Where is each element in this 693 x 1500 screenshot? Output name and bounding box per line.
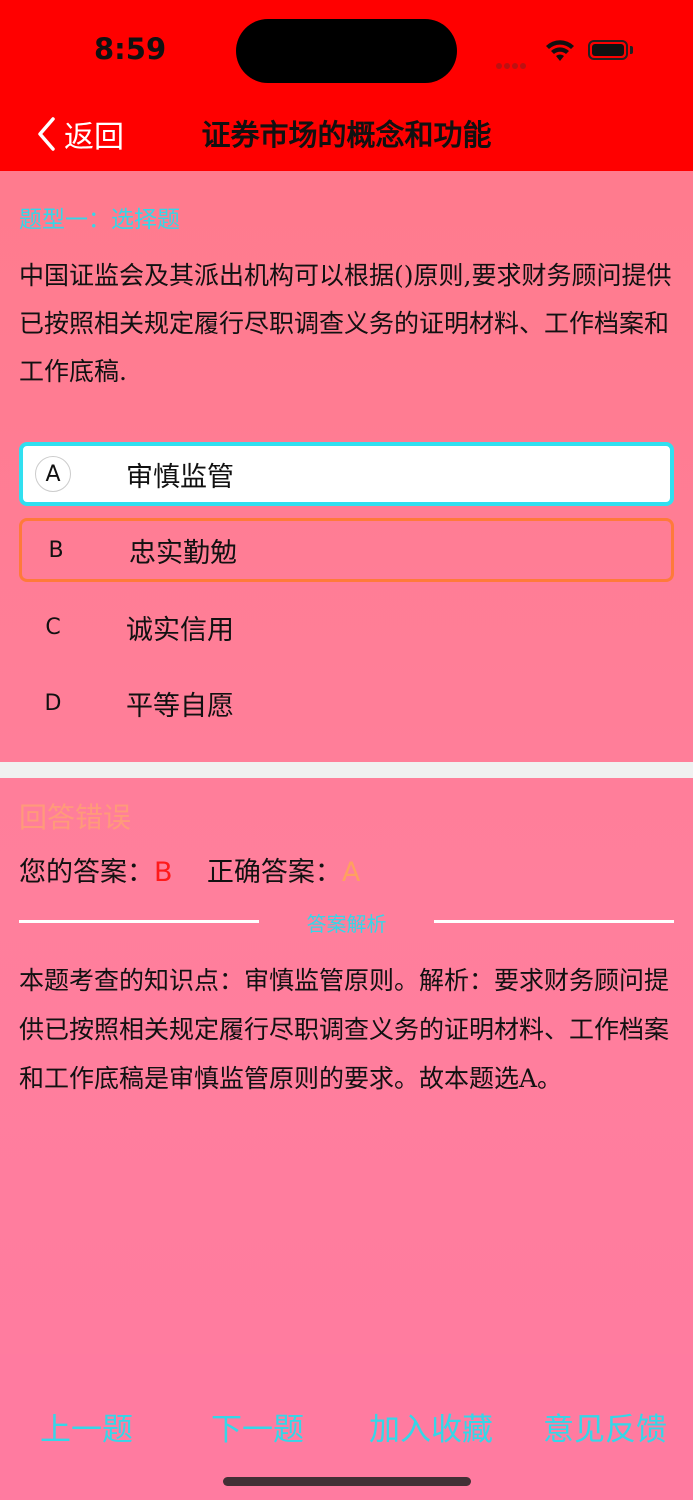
battery-icon (588, 40, 628, 60)
wifi-icon (546, 40, 574, 61)
feedback-button[interactable]: 意见反馈 (543, 1404, 667, 1449)
home-indicator[interactable] (223, 1477, 471, 1486)
option-text: 平等自愿 (126, 690, 234, 722)
next-question-button[interactable]: 下一题 (211, 1404, 304, 1449)
option-text: 审慎监管 (126, 461, 234, 493)
correct-answer-label: 正确答案： (206, 857, 342, 888)
answer-summary: 您的答案：B 正确答案：A (19, 850, 360, 889)
signal-icon (496, 54, 532, 69)
option-letter: B (48, 537, 64, 563)
your-answer-label: 您的答案： (19, 857, 154, 888)
result-status: 回答错误 (19, 801, 132, 834)
dynamic-island (236, 19, 457, 83)
section-divider (0, 762, 693, 778)
option-d[interactable]: D 平等自愿 (19, 671, 674, 735)
option-a[interactable]: A 审慎监管 (19, 442, 674, 506)
add-favorite-button[interactable]: 加入收藏 (369, 1404, 493, 1449)
option-letter: A (35, 456, 71, 492)
option-letter: C (45, 614, 61, 640)
battery-cap (630, 46, 633, 54)
header-bar: 8:59 返回 证券市场的概念和功能 (0, 0, 693, 171)
status-time: 8:59 (94, 32, 167, 66)
question-text: 中国证监会及其派出机构可以根据()原则,要求财务顾问提供已按照相关规定履行尽职调… (19, 261, 672, 386)
correct-answer: A (341, 857, 361, 888)
analysis-text: 本题考查的知识点：审慎监管原则。解析：要求财务顾问提供已按照相关规定履行尽职调查… (19, 966, 670, 1093)
option-text: 诚实信用 (126, 614, 234, 646)
prev-question-button[interactable]: 上一题 (40, 1404, 133, 1449)
question-type-label: 题型一：选择题 (19, 207, 180, 233)
page-title: 证券市场的概念和功能 (201, 118, 492, 152)
option-b[interactable]: B 忠实勤勉 (19, 518, 674, 582)
analysis-rule-right (434, 920, 674, 923)
option-letter: D (44, 690, 62, 716)
option-c[interactable]: C 诚实信用 (19, 595, 674, 659)
your-answer: B (154, 857, 173, 888)
option-text: 忠实勤勉 (129, 537, 237, 569)
